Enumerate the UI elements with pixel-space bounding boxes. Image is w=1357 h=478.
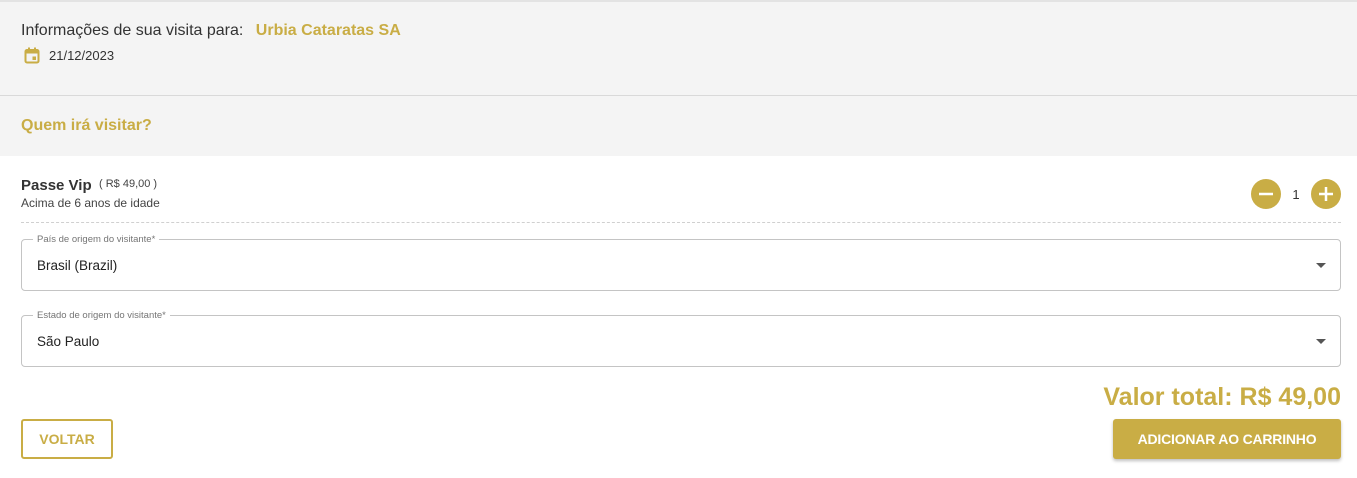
- quantity-stepper: 1: [1251, 179, 1341, 209]
- visit-info-panel: Informações de sua visita para: Urbia Ca…: [0, 2, 1357, 96]
- state-select-value: São Paulo: [37, 334, 100, 349]
- plus-circle-icon: [1319, 187, 1333, 201]
- state-select-label: Estado de origem do visitante*: [33, 310, 170, 321]
- company-name: Urbia Cataratas SA: [255, 22, 401, 39]
- ticket-separator: [21, 222, 1341, 223]
- country-select[interactable]: País de origem do visitante* Brasil (Bra…: [21, 234, 1341, 291]
- country-select-value: Brasil (Brazil): [37, 258, 118, 273]
- minus-circle-icon: [1259, 192, 1273, 196]
- total-value: Valor total: R$ 49,00: [1103, 383, 1341, 411]
- increment-button[interactable]: [1311, 179, 1341, 209]
- add-to-cart-button[interactable]: ADICIONAR AO CARRINHO: [1113, 419, 1341, 459]
- who-will-visit-header: Quem irá visitar?: [0, 96, 1357, 156]
- dropdown-arrow-icon: [1316, 339, 1326, 344]
- calendar-icon: [24, 47, 40, 64]
- visit-info-line: Informações de sua visita para: Urbia Ca…: [21, 22, 401, 40]
- ticket-description: Acima de 6 anos de idade: [21, 196, 160, 210]
- visit-date-text: 21/12/2023: [49, 48, 115, 63]
- visit-info-label: Informações de sua visita para:: [21, 22, 244, 39]
- decrement-button[interactable]: [1251, 179, 1281, 209]
- state-select[interactable]: Estado de origem do visitante* São Paulo: [21, 310, 1341, 367]
- ticket-price: ( R$ 49,00 ): [99, 178, 158, 190]
- ticket-name: Passe Vip: [21, 177, 92, 194]
- back-button[interactable]: VOLTAR: [21, 419, 113, 459]
- quantity-value: 1: [1292, 186, 1300, 202]
- visit-date: 21/12/2023: [24, 47, 114, 64]
- who-will-visit-title: Quem irá visitar?: [21, 117, 152, 134]
- country-select-label: País de origem do visitante*: [33, 234, 160, 245]
- dropdown-arrow-icon: [1316, 263, 1326, 268]
